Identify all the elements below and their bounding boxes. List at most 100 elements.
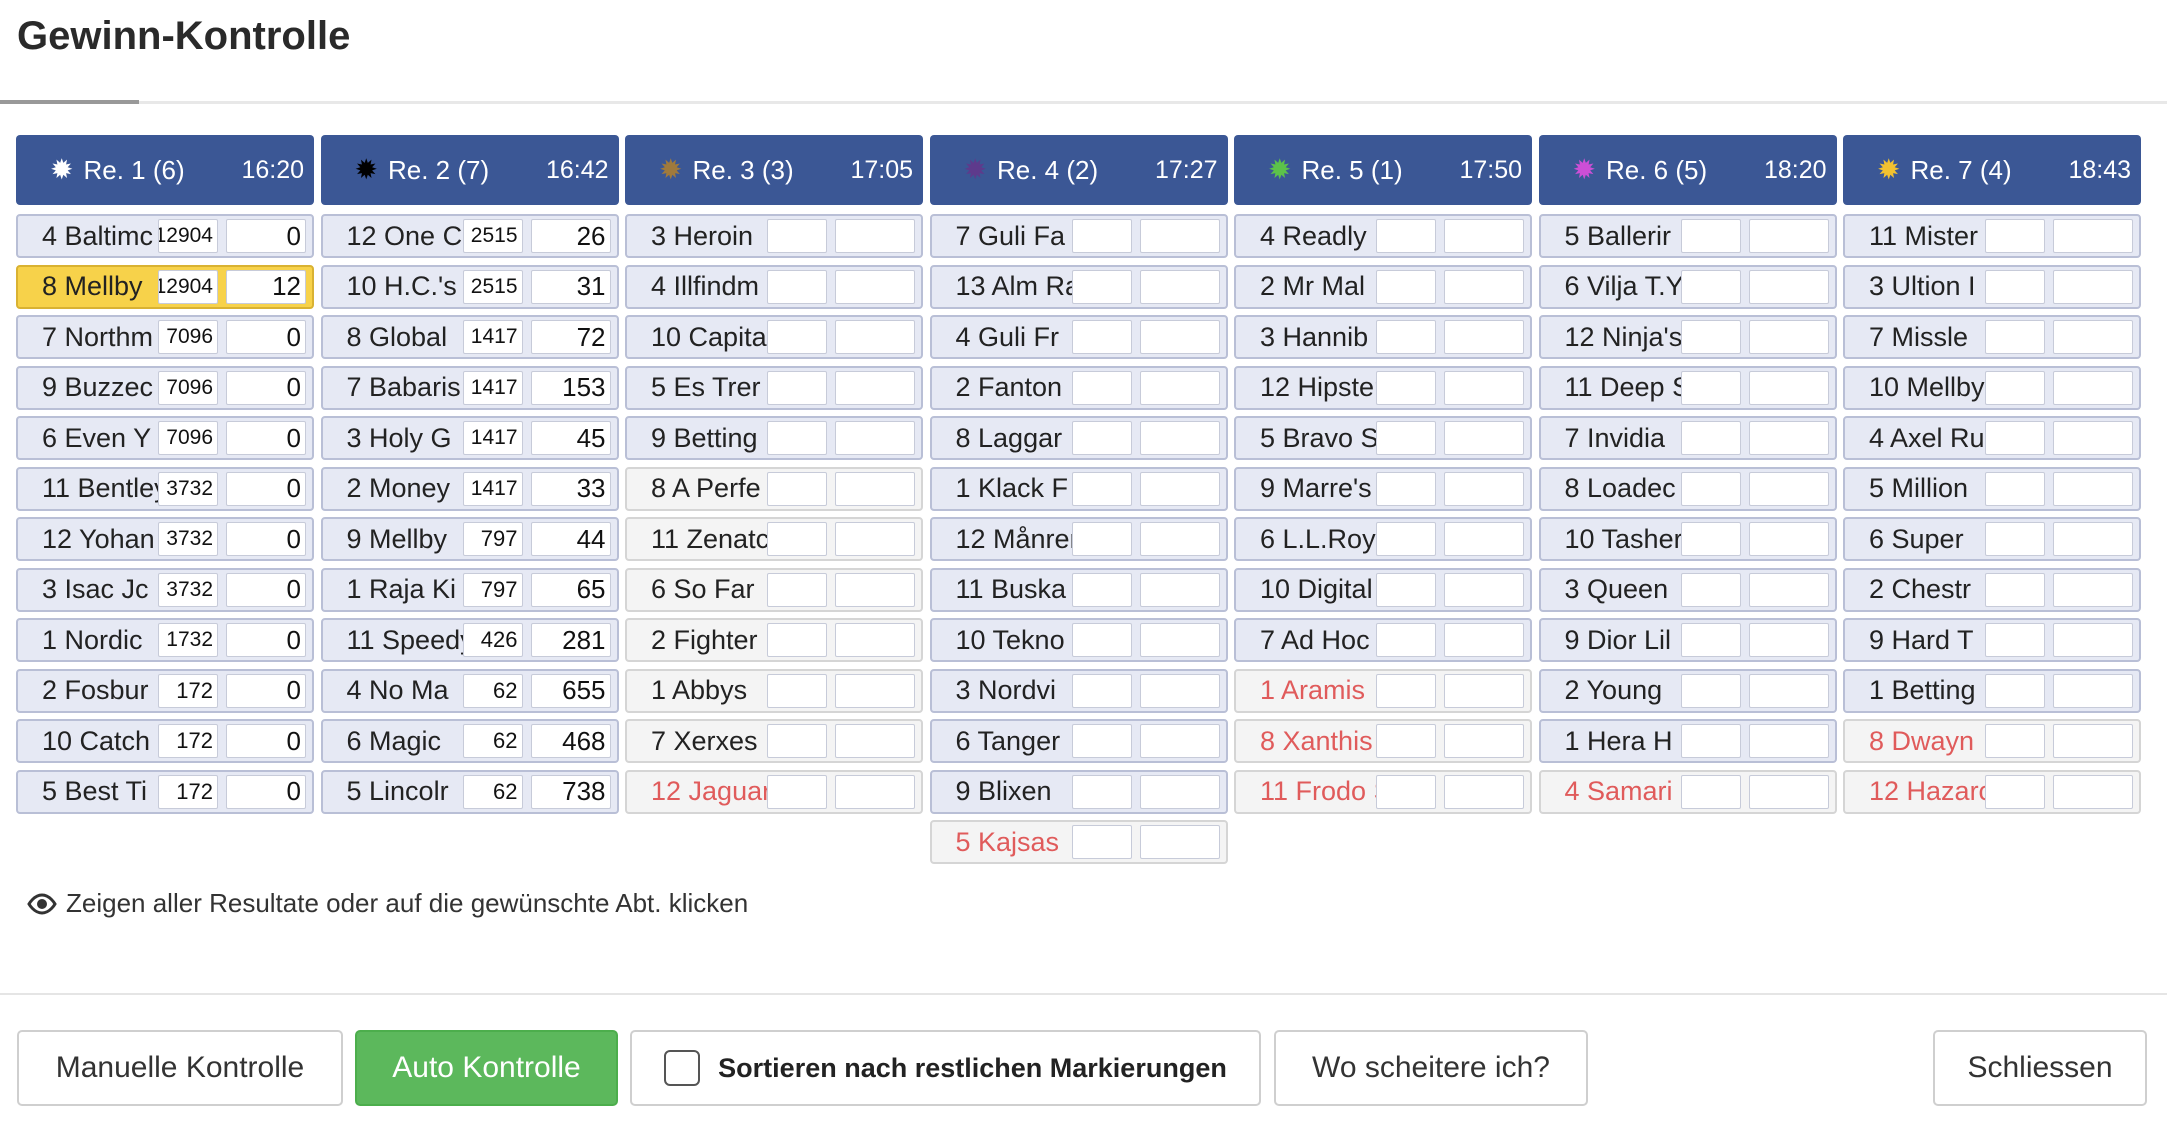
horse-row[interactable]: 11 Buska [929,567,1228,612]
horse-row[interactable]: 6 Even Y 7096 0 [16,416,314,460]
horse-row[interactable]: 6 Vilja T.Y [1538,264,1837,309]
horse-row[interactable]: 4 Guli Fr [929,315,1228,359]
horse-row[interactable]: 4 No Ma 62 655 [320,668,619,713]
horse-row[interactable]: 8 Global 1417 72 [320,315,619,359]
horse-row[interactable]: 1 Raja Ki 797 65 [320,567,619,612]
horse-row[interactable]: 10 Digital [1234,567,1532,612]
horse-row[interactable]: 6 L.L.Roy [1234,517,1532,561]
horse-row[interactable]: 5 Es Trer [625,365,923,410]
race-header-3[interactable]: ✹ Re. 3 (3) 17:05 [625,135,923,205]
horse-row[interactable]: 4 Axel Ru [1843,416,2141,460]
horse-row[interactable]: 11 Speedy 426 281 [320,618,619,662]
horse-row[interactable]: 10 Tekno I [929,618,1228,662]
horse-row[interactable]: 3 Holy G 1417 45 [320,416,619,460]
manual-check-button[interactable]: Manuelle Kontrolle [17,1030,343,1106]
horse-row[interactable]: 5 Kajsas [929,820,1228,864]
horse-row[interactable]: 12 Ninja's [1538,315,1837,359]
where-fail-button[interactable]: Wo scheitere ich? [1274,1030,1588,1106]
horse-row[interactable]: 4 Illfindm [625,264,923,309]
horse-row[interactable]: 5 Ballerir [1538,214,1837,258]
horse-row[interactable]: 6 Magic 62 468 [320,719,619,763]
horse-row[interactable]: 9 Betting [625,416,923,460]
combination-count: 3732 [158,522,218,556]
horse-row[interactable]: 3 Hannib [1234,315,1532,359]
horse-row[interactable]: 1 Klack F [929,466,1228,511]
horse-row[interactable]: 9 Hard T [1843,618,2141,662]
horse-row[interactable]: 9 Dior Lil [1538,618,1837,662]
horse-row[interactable]: 6 Tanger [929,719,1228,763]
horse-row[interactable]: 1 Abbys [625,668,923,713]
horse-row[interactable]: 8 Loadec [1538,466,1837,511]
horse-row[interactable]: 2 Fanton [929,365,1228,410]
horse-row[interactable]: 7 Invidia [1538,416,1837,460]
horse-row[interactable]: 9 Marre's [1234,466,1532,511]
horse-row[interactable]: 8 Dwayn [1843,719,2141,763]
horse-row[interactable]: 7 Northm 7096 0 [16,315,314,359]
race-header-6[interactable]: ✹ Re. 6 (5) 18:20 [1538,135,1837,205]
horse-row[interactable]: 2 Chestr [1843,567,2141,612]
horse-row[interactable]: 13 Alm Ra [929,264,1228,309]
horse-row[interactable]: 4 Baltimс 12904 0 [16,214,314,258]
horse-row[interactable]: 1 Betting [1843,668,2141,713]
horse-row[interactable]: 12 Månrer [929,517,1228,561]
horse-row[interactable]: 11 Deep S [1538,365,1837,410]
horse-row[interactable]: 2 Money 1417 33 [320,466,619,511]
auto-check-button[interactable]: Auto Kontrolle [355,1030,618,1106]
race-header-2[interactable]: ✹ Re. 2 (7) 16:42 [320,135,619,205]
horse-row[interactable]: 5 Best Ti 172 0 [16,769,314,814]
horse-row[interactable]: 9 Mellby 797 44 [320,517,619,561]
horse-row[interactable]: 3 Heroin [625,214,923,258]
horse-row[interactable]: 5 Lincolr 62 738 [320,769,619,814]
horse-row[interactable]: 7 Guli Fa [929,214,1228,258]
horse-row[interactable]: 8 A Perfe [625,466,923,511]
results-hint[interactable]: Zeigen aller Resultate oder auf die gewü… [26,888,748,919]
sort-checkbox[interactable] [664,1050,701,1086]
horse-row[interactable]: 1 Nordic 1732 0 [16,618,314,662]
horse-row[interactable]: 2 Mr Mal [1234,264,1532,309]
horse-row[interactable]: 1 Aramis [1234,668,1532,713]
horse-row[interactable]: 12 Jaguar [625,769,923,814]
horse-row[interactable]: 12 One Cr 2515 26 [320,214,619,258]
horse-row[interactable]: 11 Zenatc [625,517,923,561]
horse-row[interactable]: 7 Xerxes [625,719,923,763]
horse-row[interactable]: 12 Hazarc [1843,769,2141,814]
race-header-1[interactable]: ✹ Re. 1 (6) 16:20 [16,135,314,205]
horse-row[interactable]: 6 So Far [625,567,923,612]
horse-row[interactable]: 12 Hipster [1234,365,1532,410]
horse-row[interactable]: 10 Mellby [1843,365,2141,410]
horse-row[interactable]: 8 Mellby 12904 12 [16,264,314,309]
horse-row[interactable]: 4 Samari [1538,769,1837,814]
horse-row[interactable]: 9 Blixen [929,769,1228,814]
horse-row[interactable]: 7 Ad Hoc [1234,618,1532,662]
horse-row[interactable]: 2 Young [1538,668,1837,713]
close-button[interactable]: Schliessen [1933,1030,2147,1106]
horse-row[interactable]: 3 Queen [1538,567,1837,612]
horse-row[interactable]: 10 Capital [625,315,923,359]
horse-row[interactable]: 3 Nordvi [929,668,1228,713]
horse-row[interactable]: 7 Missle [1843,315,2141,359]
horse-row[interactable]: 5 Million [1843,466,2141,511]
horse-row[interactable]: 11 Mister [1843,214,2141,258]
horse-row[interactable]: 8 Xanthis [1234,719,1532,763]
horse-row[interactable]: 12 Yohan 3732 0 [16,517,314,561]
race-header-4[interactable]: ✹ Re. 4 (2) 17:27 [929,135,1228,205]
horse-row[interactable]: 6 Super [1843,517,2141,561]
horse-row[interactable]: 9 Buzzeс 7096 0 [16,365,314,410]
sort-toggle[interactable]: Sortieren nach restlichen Markierungen [630,1030,1261,1106]
horse-row[interactable]: 2 Fighter [625,618,923,662]
horse-row[interactable]: 10 Tasheri [1538,517,1837,561]
horse-row[interactable]: 4 Readly [1234,214,1532,258]
race-header-5[interactable]: ✹ Re. 5 (1) 17:50 [1234,135,1532,205]
horse-row[interactable]: 2 Fosbur 172 0 [16,668,314,713]
horse-row[interactable]: 10 Catch I 172 0 [16,719,314,763]
horse-row[interactable]: 11 Frodo S [1234,769,1532,814]
horse-row[interactable]: 5 Bravo S [1234,416,1532,460]
horse-row[interactable]: 11 Bentley 3732 0 [16,466,314,511]
horse-row[interactable]: 3 Isac Jc 3732 0 [16,567,314,612]
horse-row[interactable]: 3 Ultion I [1843,264,2141,309]
horse-row[interactable]: 7 Babaris 1417 153 [320,365,619,410]
horse-row[interactable]: 10 H.C.'s 2515 31 [320,264,619,309]
race-header-7[interactable]: ✹ Re. 7 (4) 18:43 [1843,135,2141,205]
horse-row[interactable]: 1 Hera H [1538,719,1837,763]
horse-row[interactable]: 8 Laggar [929,416,1228,460]
